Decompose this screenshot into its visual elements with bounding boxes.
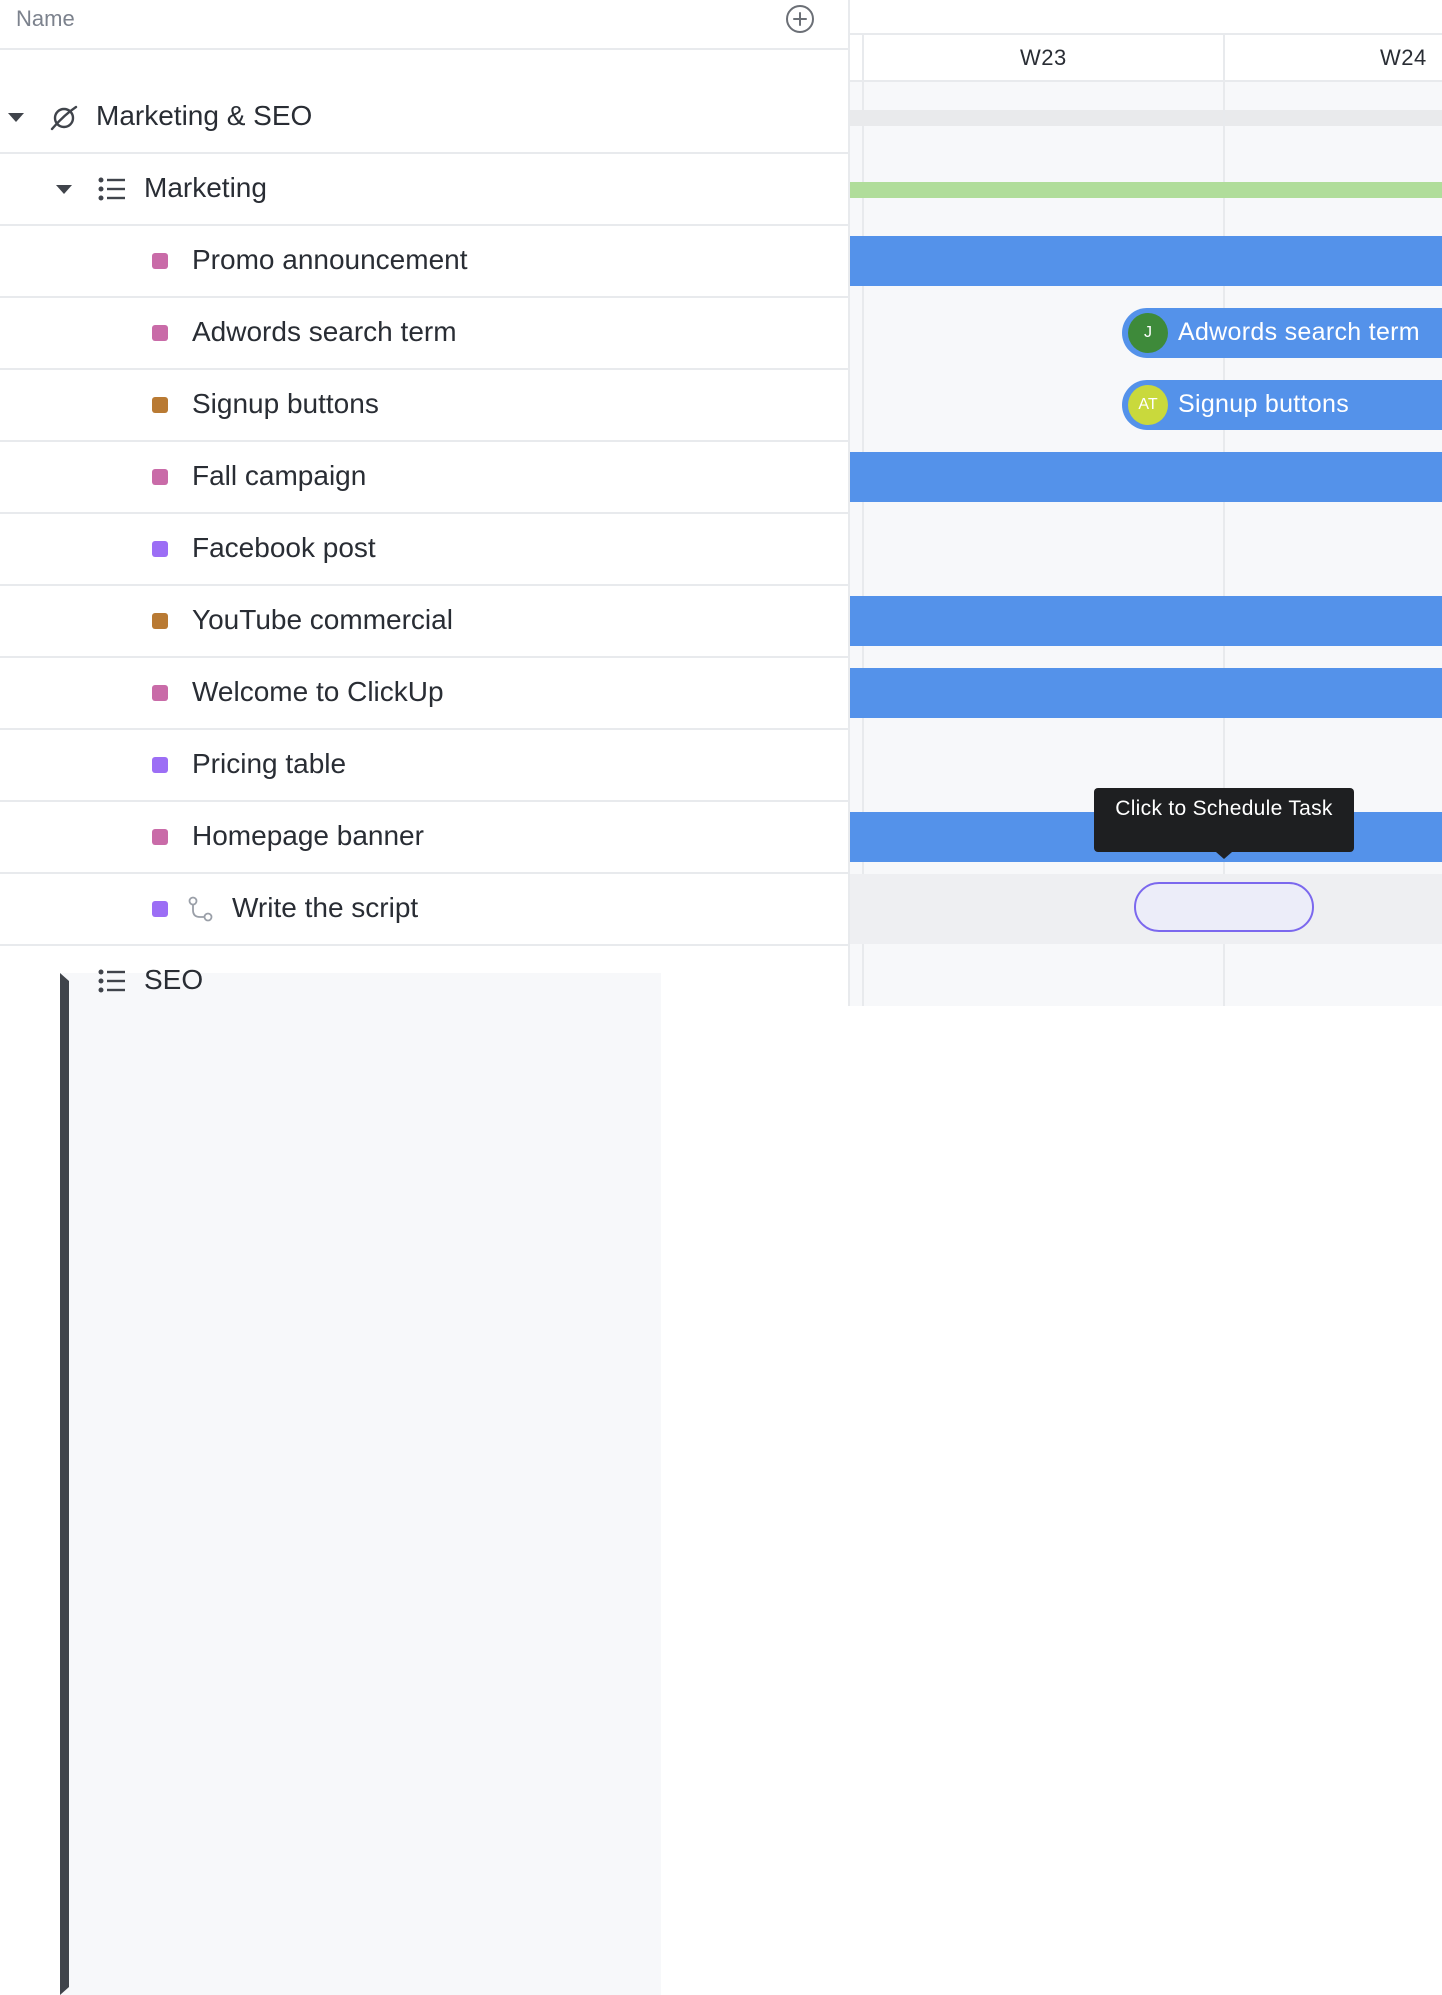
list-name: Marketing [144,172,267,203]
week-label: W23 [1020,45,1067,70]
list-header: Name [0,0,848,50]
name-column-header[interactable]: Name [16,6,75,32]
tooltip-arrow [1216,852,1232,859]
task-row[interactable]: YouTube commercial [0,586,848,658]
space-name: Marketing & SEO [96,100,313,131]
gantt-bar-label: Signup buttons [1178,390,1349,418]
plus-circle-icon[interactable] [786,5,814,33]
status-square[interactable] [152,469,168,485]
task-name[interactable]: Signup buttons [192,388,379,420]
list-icon [98,177,125,201]
assignee-avatar[interactable]: AT [1128,385,1168,425]
task-row[interactable]: Fall campaign [0,442,848,514]
gantt-bar-labeled[interactable]: AT Signup buttons [1122,380,1442,430]
task-row[interactable]: Facebook post [0,514,848,586]
week-header: W23 W24 [850,35,1442,82]
status-square[interactable] [152,397,168,413]
tooltip: Click to Schedule Task [1094,788,1354,852]
status-square[interactable] [152,757,168,773]
status-square[interactable] [152,901,168,917]
planet-icon [50,105,78,131]
list-row-marketing[interactable]: Marketing [0,154,848,226]
schedule-task-placeholder[interactable] [1134,882,1314,932]
status-square[interactable] [152,325,168,341]
task-name[interactable]: YouTube commercial [192,604,453,636]
week-label: W24 [1380,45,1427,70]
task-name[interactable]: Facebook post [192,532,376,564]
assignee-avatar[interactable]: J [1128,313,1168,353]
task-name[interactable]: Write the script [232,892,418,924]
caret-down-icon[interactable] [8,113,24,122]
gantt-panel: W23 W24 J Adwords search term AT Signup … [850,0,1442,1006]
task-row[interactable]: Adwords search term [0,298,848,370]
status-square[interactable] [152,253,168,269]
status-square[interactable] [152,829,168,845]
task-name[interactable]: Promo announcement [192,244,468,276]
task-row[interactable]: Signup buttons [0,370,848,442]
subtask-icon [188,896,213,922]
task-name[interactable]: Homepage banner [192,820,424,852]
list-icon [98,969,125,993]
gantt-bar-labeled[interactable]: J Adwords search term [1122,308,1442,358]
gantt-bar[interactable] [850,452,1442,502]
caret-right-icon[interactable] [60,973,661,1995]
task-row[interactable]: Welcome to ClickUp [0,658,848,730]
task-name[interactable]: Welcome to ClickUp [192,676,444,708]
gantt-bar[interactable] [850,668,1442,718]
status-square[interactable] [152,613,168,629]
task-name[interactable]: Adwords search term [192,316,457,348]
task-row[interactable]: Write the script [0,874,848,946]
gantt-timescale-top [850,0,1442,35]
gantt-bar[interactable] [850,596,1442,646]
task-row[interactable]: Pricing table [0,730,848,802]
status-square[interactable] [152,685,168,701]
status-square[interactable] [152,541,168,557]
gantt-bar-label: Adwords search term [1178,318,1420,346]
gantt-bar[interactable] [850,236,1442,286]
list-row-seo[interactable]: SEO [0,946,848,1995]
caret-down-icon[interactable] [56,185,72,194]
task-list-panel: Name Marketing & SEO Marketing Promo ann… [0,0,850,1995]
space-timeline-band [850,110,1442,126]
list-name: SEO [144,964,204,995]
task-row[interactable]: Promo announcement [0,226,848,298]
space-row[interactable]: Marketing & SEO [0,82,848,154]
task-row[interactable]: Homepage banner [0,802,848,874]
task-name[interactable]: Fall campaign [192,460,366,492]
list-timeline-bar[interactable] [850,182,1442,198]
task-name[interactable]: Pricing table [192,748,346,780]
